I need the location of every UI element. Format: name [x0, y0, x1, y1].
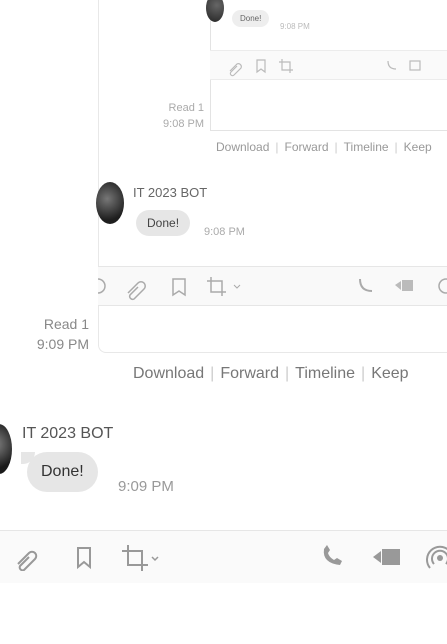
message-text: Done! — [41, 463, 84, 480]
separator: | — [361, 365, 366, 382]
bot-avatar[interactable] — [0, 424, 12, 474]
nested-middle-action-links: Download | Forward | Timeline | Keep — [216, 140, 432, 154]
nested-middle-keep-link: Keep — [403, 140, 432, 154]
separator: | — [210, 365, 215, 382]
message-compose-area[interactable] — [0, 583, 447, 644]
read-time: 9:09 PM — [36, 336, 89, 352]
read-count: Read 1 — [43, 316, 89, 332]
phone-icon[interactable] — [318, 543, 346, 571]
keep-link[interactable]: Keep — [371, 365, 408, 382]
separator: | — [285, 365, 290, 382]
nested-middle-toolbar — [98, 266, 447, 306]
nested-middle-toolbar-icons — [98, 277, 447, 301]
attach-icon[interactable] — [12, 543, 40, 571]
message-action-links: Download | Forward | Timeline | Keep — [133, 365, 409, 383]
bot-name: IT 2023 BOT — [22, 425, 114, 442]
nested-middle-message-time: 9:08 PM — [204, 226, 245, 238]
nested-middle-bot-name: IT 2023 BOT — [133, 185, 208, 200]
crop-icon[interactable] — [118, 541, 162, 573]
download-link[interactable]: Download — [133, 365, 204, 382]
nested-middle-avatar — [96, 182, 124, 224]
nested-middle-timeline-link: Timeline — [343, 140, 389, 154]
message-time: 9:09 PM — [118, 478, 174, 495]
nested-middle-download-link: Download — [216, 140, 270, 154]
bookmark-icon[interactable] — [70, 543, 98, 571]
broadcast-icon[interactable] — [424, 541, 447, 573]
nested-middle-read-time: 9:08 PM — [163, 118, 204, 130]
forward-link[interactable]: Forward — [220, 365, 279, 382]
message-bubble[interactable]: Done! — [21, 452, 98, 492]
video-icon[interactable] — [370, 543, 404, 571]
nested-middle-forward-link: Forward — [284, 140, 329, 154]
nested-middle-read-count: Read 1 — [168, 102, 204, 114]
nested-middle-read-receipt: Read 1 9:08 PM — [120, 100, 204, 132]
read-receipt: Read 1 9:09 PM — [20, 314, 89, 354]
timeline-link[interactable]: Timeline — [295, 365, 355, 382]
nested-middle-message-bubble: Done! — [136, 210, 191, 236]
composer-toolbar — [0, 530, 447, 584]
